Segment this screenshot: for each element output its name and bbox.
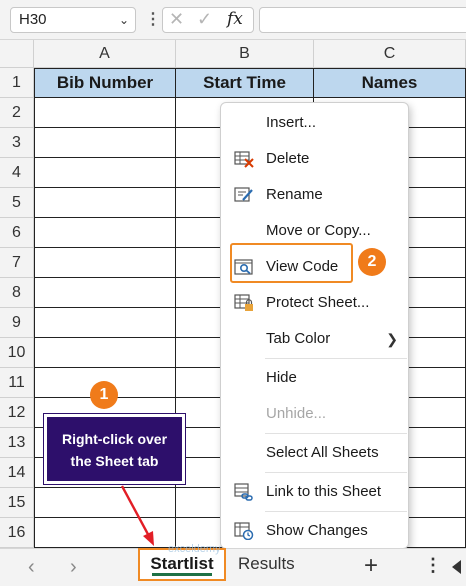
menu-item-rename[interactable]: Rename (221, 180, 408, 210)
view-code-highlight (230, 243, 353, 283)
step-1-badge: 1 (90, 381, 118, 409)
grid-cell[interactable] (34, 128, 176, 158)
delete-sheet-icon (234, 151, 254, 168)
grid-cell[interactable] (34, 188, 176, 218)
grid-cell[interactable] (34, 308, 176, 338)
row-header[interactable]: 16 (0, 518, 34, 548)
chevron-right-icon: ❯ (386, 331, 398, 347)
add-sheet-button[interactable]: + (364, 552, 378, 580)
row-header[interactable]: 8 (0, 278, 34, 308)
row-header[interactable]: 12 (0, 398, 34, 428)
row-header[interactable]: 11 (0, 368, 34, 398)
callout-line-2: the Sheet tab (70, 453, 159, 469)
row-header[interactable]: 2 (0, 98, 34, 128)
row-header[interactable]: 3 (0, 128, 34, 158)
column-header-c[interactable]: C (314, 40, 466, 68)
menu-separator (265, 511, 407, 512)
chevron-down-icon[interactable]: ⌄ (119, 8, 129, 32)
row-header[interactable]: 13 (0, 428, 34, 458)
menu-item-label: Delete (266, 150, 310, 167)
menu-item-hide[interactable]: Hide (221, 363, 408, 393)
header-cell-start-time[interactable]: Start Time (176, 68, 314, 98)
row-header[interactable]: 5 (0, 188, 34, 218)
instruction-callout: Right-click over the Sheet tab (43, 413, 186, 485)
menu-item-label: Select All Sheets (266, 444, 379, 461)
more-options-icon[interactable]: ⋮ (424, 555, 442, 576)
callout-line-1: Right-click over (61, 431, 168, 447)
row-header[interactable]: 14 (0, 458, 34, 488)
menu-separator (265, 433, 407, 434)
rename-icon (234, 187, 253, 202)
name-box-value: H30 (19, 11, 47, 28)
watermark-logo: exceldemy (168, 543, 221, 555)
menu-item-label: Unhide... (266, 405, 327, 422)
insert-function-icon[interactable]: fx (227, 9, 243, 29)
row-header[interactable]: 1 (0, 68, 34, 98)
column-header-a[interactable]: A (34, 40, 176, 68)
row-header[interactable]: 10 (0, 338, 34, 368)
name-box[interactable]: H30 ⌄ (10, 7, 136, 33)
menu-item-link-to-sheet[interactable]: Link to this Sheet (221, 477, 408, 507)
enter-icon[interactable]: ✓ (197, 9, 212, 30)
menu-item-select-all-sheets[interactable]: Select All Sheets (221, 438, 408, 468)
select-all-corner[interactable] (0, 40, 34, 68)
grid-cell[interactable] (34, 338, 176, 368)
menu-item-unhide: Unhide... (221, 399, 408, 429)
grid-cell[interactable] (34, 278, 176, 308)
formula-buttons: ✕ ✓ fx (162, 7, 254, 33)
row-header[interactable]: 15 (0, 488, 34, 518)
grid-cell[interactable] (34, 248, 176, 278)
sheet-tab-results[interactable]: Results (238, 554, 295, 574)
menu-item-move-or-copy[interactable]: Move or Copy... (221, 216, 408, 246)
column-header-b[interactable]: B (176, 40, 314, 68)
protect-sheet-icon (234, 294, 253, 311)
menu-item-label: Hide (266, 369, 297, 386)
menu-item-label: Move or Copy... (266, 222, 371, 239)
menu-separator (265, 358, 407, 359)
menu-separator (265, 472, 407, 473)
menu-item-label: Tab Color (266, 330, 331, 347)
show-changes-icon (234, 522, 254, 540)
menu-item-label: Protect Sheet... (266, 294, 370, 311)
scroll-right-icon[interactable]: › (70, 556, 77, 579)
menu-item-label: Link to this Sheet (266, 483, 382, 500)
header-cell-names[interactable]: Names (314, 68, 466, 98)
header-cell-bib-number[interactable]: Bib Number (34, 68, 176, 98)
row-header[interactable]: 7 (0, 248, 34, 278)
menu-item-insert[interactable]: Insert... (221, 108, 408, 138)
grid-cell[interactable] (34, 218, 176, 248)
formula-input[interactable] (259, 7, 466, 33)
formula-bar: H30 ⌄ ⋮ ✕ ✓ fx (0, 0, 466, 40)
scroll-left-triangle-icon[interactable] (452, 560, 461, 574)
menu-item-protect-sheet[interactable]: Protect Sheet... (221, 288, 408, 318)
active-tab-underline (152, 573, 212, 576)
sheet-tab-bar: ‹ › Startlist exceldemy Results + ⋮ (0, 543, 466, 586)
row-header[interactable]: 4 (0, 158, 34, 188)
menu-item-tab-color[interactable]: Tab Color ❯ (221, 324, 408, 354)
step-2-badge: 2 (358, 248, 386, 276)
more-options-icon[interactable]: ⋮ (145, 9, 161, 29)
menu-item-label: Show Changes (266, 522, 368, 539)
link-icon (234, 483, 253, 501)
sheet-context-menu: Insert... Delete Rename Move or Copy... (220, 102, 409, 549)
scroll-left-icon[interactable]: ‹ (28, 556, 35, 579)
grid-cell[interactable] (34, 158, 176, 188)
menu-item-delete[interactable]: Delete (221, 144, 408, 174)
menu-item-show-changes[interactable]: Show Changes (221, 516, 408, 546)
row-header[interactable]: 6 (0, 218, 34, 248)
row-header[interactable]: 9 (0, 308, 34, 338)
cancel-icon[interactable]: ✕ (169, 9, 184, 30)
menu-item-label: Rename (266, 186, 323, 203)
menu-item-label: Insert... (266, 114, 317, 131)
grid-cell[interactable] (34, 98, 176, 128)
pointer-arrow-icon (120, 485, 154, 546)
sheet-tab-label: Startlist (150, 554, 214, 573)
